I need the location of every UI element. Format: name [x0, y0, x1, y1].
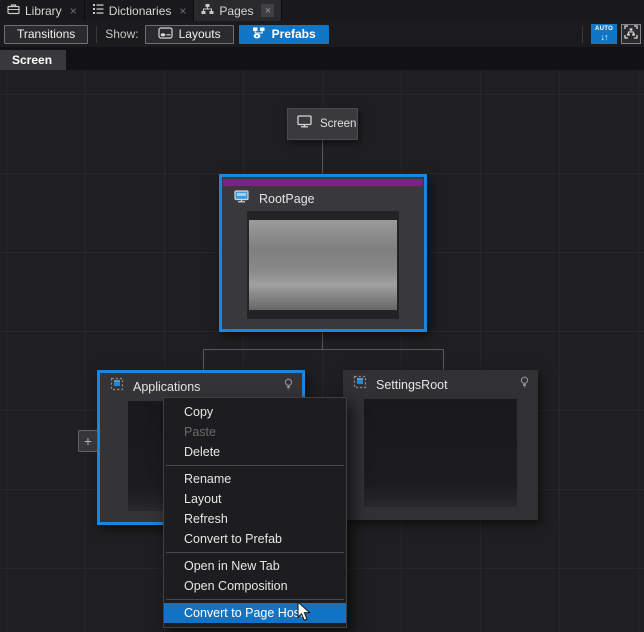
menu-separator — [166, 552, 344, 553]
tab-label: Pages — [219, 4, 253, 18]
context-menu: Copy Paste Delete Rename Layout Refresh … — [163, 397, 347, 628]
tab-dictionaries[interactable]: Dictionaries × — [85, 0, 195, 21]
connector-screen-rootpage — [322, 140, 323, 174]
transitions-button[interactable]: Transitions — [4, 25, 88, 44]
menu-item-paste: Paste — [164, 422, 346, 442]
list-icon — [92, 3, 104, 18]
tab-library[interactable]: Library × — [0, 0, 85, 21]
page-graph-canvas[interactable]: Screen RootPage Applications — [0, 70, 644, 632]
node-thumbnail — [247, 211, 399, 319]
menu-separator — [166, 599, 344, 600]
connector-rootpage-stem — [322, 332, 323, 350]
toolbar: Transitions Show: Layouts Prefabs AUTO ↓… — [0, 21, 644, 47]
add-page-button[interactable]: + — [78, 430, 98, 452]
transitions-button-label: Transitions — [17, 27, 75, 41]
prefab-instance-icon — [353, 375, 367, 394]
document-tab-bar: Screen — [0, 47, 644, 70]
node-label: RootPage — [259, 192, 424, 206]
close-icon[interactable]: × — [179, 5, 186, 17]
fit-view-icon — [624, 25, 638, 44]
node-label: SettingsRoot — [376, 378, 511, 392]
close-icon[interactable]: × — [70, 5, 77, 17]
lightbulb-icon[interactable] — [520, 376, 529, 394]
layouts-button-label: Layouts — [179, 27, 221, 41]
prefabs-toggle-button[interactable]: Prefabs — [239, 25, 329, 44]
panel-tab-bar: Library × Dictionaries × Pages × — [0, 0, 644, 21]
menu-item-refresh[interactable]: Refresh — [164, 509, 346, 529]
show-label: Show: — [105, 27, 138, 41]
lightbulb-icon[interactable] — [284, 378, 293, 396]
connector-to-settingsroot — [443, 349, 444, 371]
menu-item-open-composition[interactable]: Open Composition — [164, 576, 346, 596]
menu-item-convert-to-prefab[interactable]: Convert to Prefab — [164, 529, 346, 549]
prefabs-icon — [252, 27, 266, 42]
prefab-instance-icon — [110, 377, 124, 396]
toolbar-separator — [96, 26, 97, 43]
layouts-icon — [158, 27, 173, 42]
node-label: Applications — [133, 380, 275, 394]
document-tab-label: Screen — [12, 53, 52, 67]
menu-item-open-in-new-tab[interactable]: Open in New Tab — [164, 556, 346, 576]
pages-editor-window: Library × Dictionaries × Pages × Transit… — [0, 0, 644, 632]
menu-item-rename[interactable]: Rename — [164, 469, 346, 489]
monitor-icon — [297, 115, 313, 133]
auto-arrows-icon: ↓↑ — [601, 33, 608, 42]
node-screen[interactable]: Screen — [287, 108, 358, 140]
menu-item-delete[interactable]: Delete — [164, 442, 346, 462]
layouts-toggle-button[interactable]: Layouts — [145, 25, 234, 44]
tab-pages[interactable]: Pages × — [194, 0, 282, 21]
connector-branch — [203, 349, 444, 350]
tab-label: Library — [25, 4, 62, 18]
node-settingsroot[interactable]: SettingsRoot — [343, 370, 538, 520]
menu-item-convert-to-page-host[interactable]: Convert to Page Host — [164, 603, 346, 623]
auto-layout-button[interactable]: AUTO ↓↑ — [591, 24, 617, 44]
close-icon[interactable]: × — [261, 4, 274, 17]
toolbox-icon — [7, 3, 20, 18]
node-accent-strip — [223, 179, 423, 186]
mouse-cursor — [297, 601, 312, 627]
node-label: Screen — [320, 118, 356, 130]
prefabs-button-label: Prefabs — [272, 27, 316, 41]
node-rootpage[interactable]: RootPage — [219, 174, 427, 332]
menu-item-layout[interactable]: Layout — [164, 489, 346, 509]
node-thumbnail — [364, 399, 517, 507]
connector-to-applications — [203, 349, 204, 371]
menu-item-copy[interactable]: Copy — [164, 402, 346, 422]
page-monitor-icon — [234, 190, 250, 208]
toolbar-separator — [582, 26, 583, 43]
fit-view-button[interactable] — [621, 24, 641, 44]
tab-label: Dictionaries — [109, 4, 172, 18]
hierarchy-icon — [201, 3, 214, 18]
menu-separator — [166, 465, 344, 466]
document-tab-screen[interactable]: Screen — [0, 50, 66, 70]
